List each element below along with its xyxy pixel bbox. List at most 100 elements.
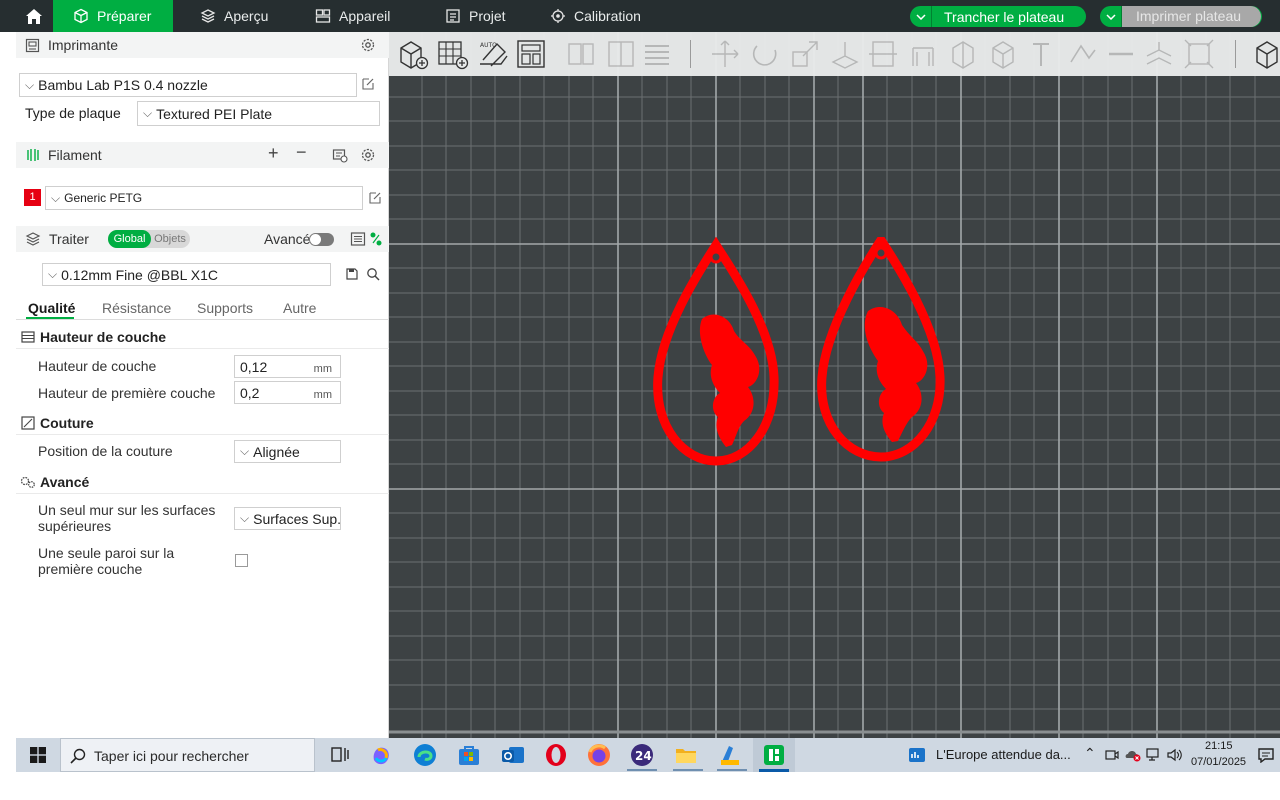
toggle-objects[interactable]: Objets	[152, 230, 188, 248]
firefox-icon[interactable]	[586, 742, 612, 768]
sync-filament-icon[interactable]	[332, 147, 348, 163]
add-object-icon[interactable]	[397, 38, 429, 70]
mesh-boolean-icon[interactable]	[1067, 38, 1099, 70]
print-plate-label: Imprimer plateau	[1122, 6, 1262, 27]
gear-icon[interactable]	[360, 37, 376, 53]
process-preset-dropdown[interactable]: ⌵ 0.12mm Fine @BBL X1C	[42, 263, 331, 286]
cube-outline-icon[interactable]	[987, 38, 1019, 70]
seam-position-dropdown[interactable]: ⌵ Alignée	[234, 440, 341, 463]
tab-project[interactable]: Projet	[425, 0, 525, 32]
edit-icon[interactable]	[368, 191, 382, 205]
single-wall-top-label-line2: supérieures	[38, 518, 112, 534]
lay-on-face-icon[interactable]	[829, 38, 861, 70]
switch-knob	[310, 234, 321, 245]
news-widget-text[interactable]: L'Europe attendue da...	[936, 747, 1071, 762]
global-objects-toggle[interactable]: Global Objets	[108, 230, 190, 248]
add-plate-icon[interactable]	[437, 38, 469, 70]
measure-icon[interactable]	[1105, 38, 1137, 70]
slice-plate-button[interactable]: Trancher le plateau	[910, 6, 1086, 27]
text-tool-icon[interactable]	[1027, 38, 1059, 70]
layer-height-group-title: Hauteur de couche	[40, 329, 167, 345]
camera-icon[interactable]	[1105, 748, 1119, 762]
tab-preview-label: Aperçu	[224, 8, 269, 24]
scale-icon[interactable]	[789, 38, 821, 70]
earring-right[interactable]	[817, 237, 945, 462]
advanced-switch[interactable]	[309, 233, 334, 246]
print-plate-button[interactable]: Imprimer plateau	[1100, 6, 1262, 27]
filament-slot-badge[interactable]: 1	[24, 189, 41, 206]
printer-section-title: Imprimante	[48, 37, 119, 53]
filament-preset-value: Generic PETG	[64, 191, 143, 205]
paint-icon[interactable]	[717, 742, 743, 768]
earring-left[interactable]	[653, 237, 779, 466]
add-filament-button[interactable]: +	[268, 143, 279, 164]
move-icon[interactable]	[709, 38, 741, 70]
tab-prepare[interactable]: Préparer	[53, 0, 173, 32]
toggle-global[interactable]: Global	[108, 230, 151, 248]
taskbar-search-box[interactable]: Taper ici pour rechercher	[60, 738, 315, 772]
tab-supports[interactable]: Supports	[197, 300, 253, 316]
plate-type-dropdown[interactable]: ⌵ Textured PEI Plate	[137, 101, 380, 126]
taskbar-time[interactable]: 21:15	[1205, 740, 1233, 752]
opera-icon[interactable]	[543, 742, 569, 768]
windows-start-icon[interactable]	[30, 747, 46, 763]
notification-icon[interactable]	[1258, 747, 1274, 763]
taskbar-date[interactable]: 07/01/2025	[1191, 756, 1246, 768]
earring-models[interactable]	[644, 237, 954, 472]
single-wall-first-checkbox[interactable]	[235, 554, 248, 567]
task-view-icon[interactable]	[327, 742, 353, 768]
tab-prepare-label: Préparer	[97, 8, 152, 24]
edge-icon[interactable]	[412, 742, 438, 768]
remove-filament-button[interactable]: −	[296, 142, 307, 163]
app-24-icon[interactable]: 24	[629, 742, 655, 768]
onedrive-icon[interactable]	[1125, 748, 1141, 762]
rotate-icon[interactable]	[749, 38, 781, 70]
split-parts-icon[interactable]	[605, 38, 637, 70]
first-layer-height-input[interactable]: 0,2 mm	[234, 381, 341, 404]
file-explorer-icon[interactable]	[673, 742, 699, 768]
tab-preview[interactable]: Aperçu	[180, 0, 290, 32]
store-icon[interactable]	[456, 742, 482, 768]
copilot-icon[interactable]	[368, 742, 394, 768]
volume-icon[interactable]	[1166, 747, 1182, 763]
network-icon[interactable]	[1146, 747, 1162, 763]
news-widget-icon[interactable]	[908, 746, 926, 764]
printer-preset-value: Bambu Lab P1S 0.4 nozzle	[38, 77, 208, 93]
printer-preset-dropdown[interactable]: ⌵ Bambu Lab P1S 0.4 nozzle	[19, 73, 357, 97]
print-dropdown-caret[interactable]	[1100, 6, 1122, 27]
chevron-down-icon: ⌵	[240, 444, 250, 458]
auto-orient-icon[interactable]: AUTO	[477, 38, 509, 70]
gear-icon[interactable]	[360, 147, 376, 163]
list-view-icon[interactable]	[350, 231, 366, 247]
arrange-icon[interactable]	[515, 38, 547, 70]
search-icon[interactable]	[366, 267, 380, 281]
tab-other[interactable]: Autre	[283, 300, 316, 316]
bambu-studio-taskbar-button[interactable]	[753, 738, 795, 772]
chevron-down-icon: ⌵	[240, 511, 250, 525]
support-paint-icon[interactable]	[907, 38, 939, 70]
view-cube-icon[interactable]	[1251, 38, 1280, 70]
chevron-up-icon[interactable]: ⌃	[1084, 745, 1096, 762]
filament-preset-dropdown[interactable]: ⌵ Generic PETG	[45, 186, 363, 210]
tab-quality[interactable]: Qualité	[28, 300, 75, 316]
3d-viewport[interactable]: AUTO	[389, 32, 1280, 738]
fit-view-icon[interactable]	[1183, 38, 1215, 70]
outlook-icon[interactable]	[500, 742, 526, 768]
tab-calibration[interactable]: Calibration	[530, 0, 660, 32]
seam-paint-icon[interactable]	[947, 38, 979, 70]
layers-editing-icon[interactable]	[641, 38, 673, 70]
tab-strength[interactable]: Résistance	[102, 300, 171, 316]
split-objects-icon[interactable]	[565, 38, 597, 70]
home-button[interactable]	[16, 0, 52, 32]
edit-icon[interactable]	[361, 77, 375, 91]
seam-group-title: Couture	[40, 415, 94, 431]
slice-plate-label: Trancher le plateau	[944, 8, 1065, 25]
save-icon[interactable]	[345, 267, 359, 281]
single-wall-top-dropdown[interactable]: ⌵ Surfaces Sup.	[234, 507, 341, 530]
compare-icon[interactable]	[369, 231, 383, 247]
slice-dropdown-caret[interactable]	[910, 6, 932, 27]
cut-icon[interactable]	[867, 38, 899, 70]
layer-height-input[interactable]: 0,12 mm	[234, 355, 341, 378]
tab-device[interactable]: Appareil	[295, 0, 415, 32]
assembly-icon[interactable]	[1143, 38, 1175, 70]
